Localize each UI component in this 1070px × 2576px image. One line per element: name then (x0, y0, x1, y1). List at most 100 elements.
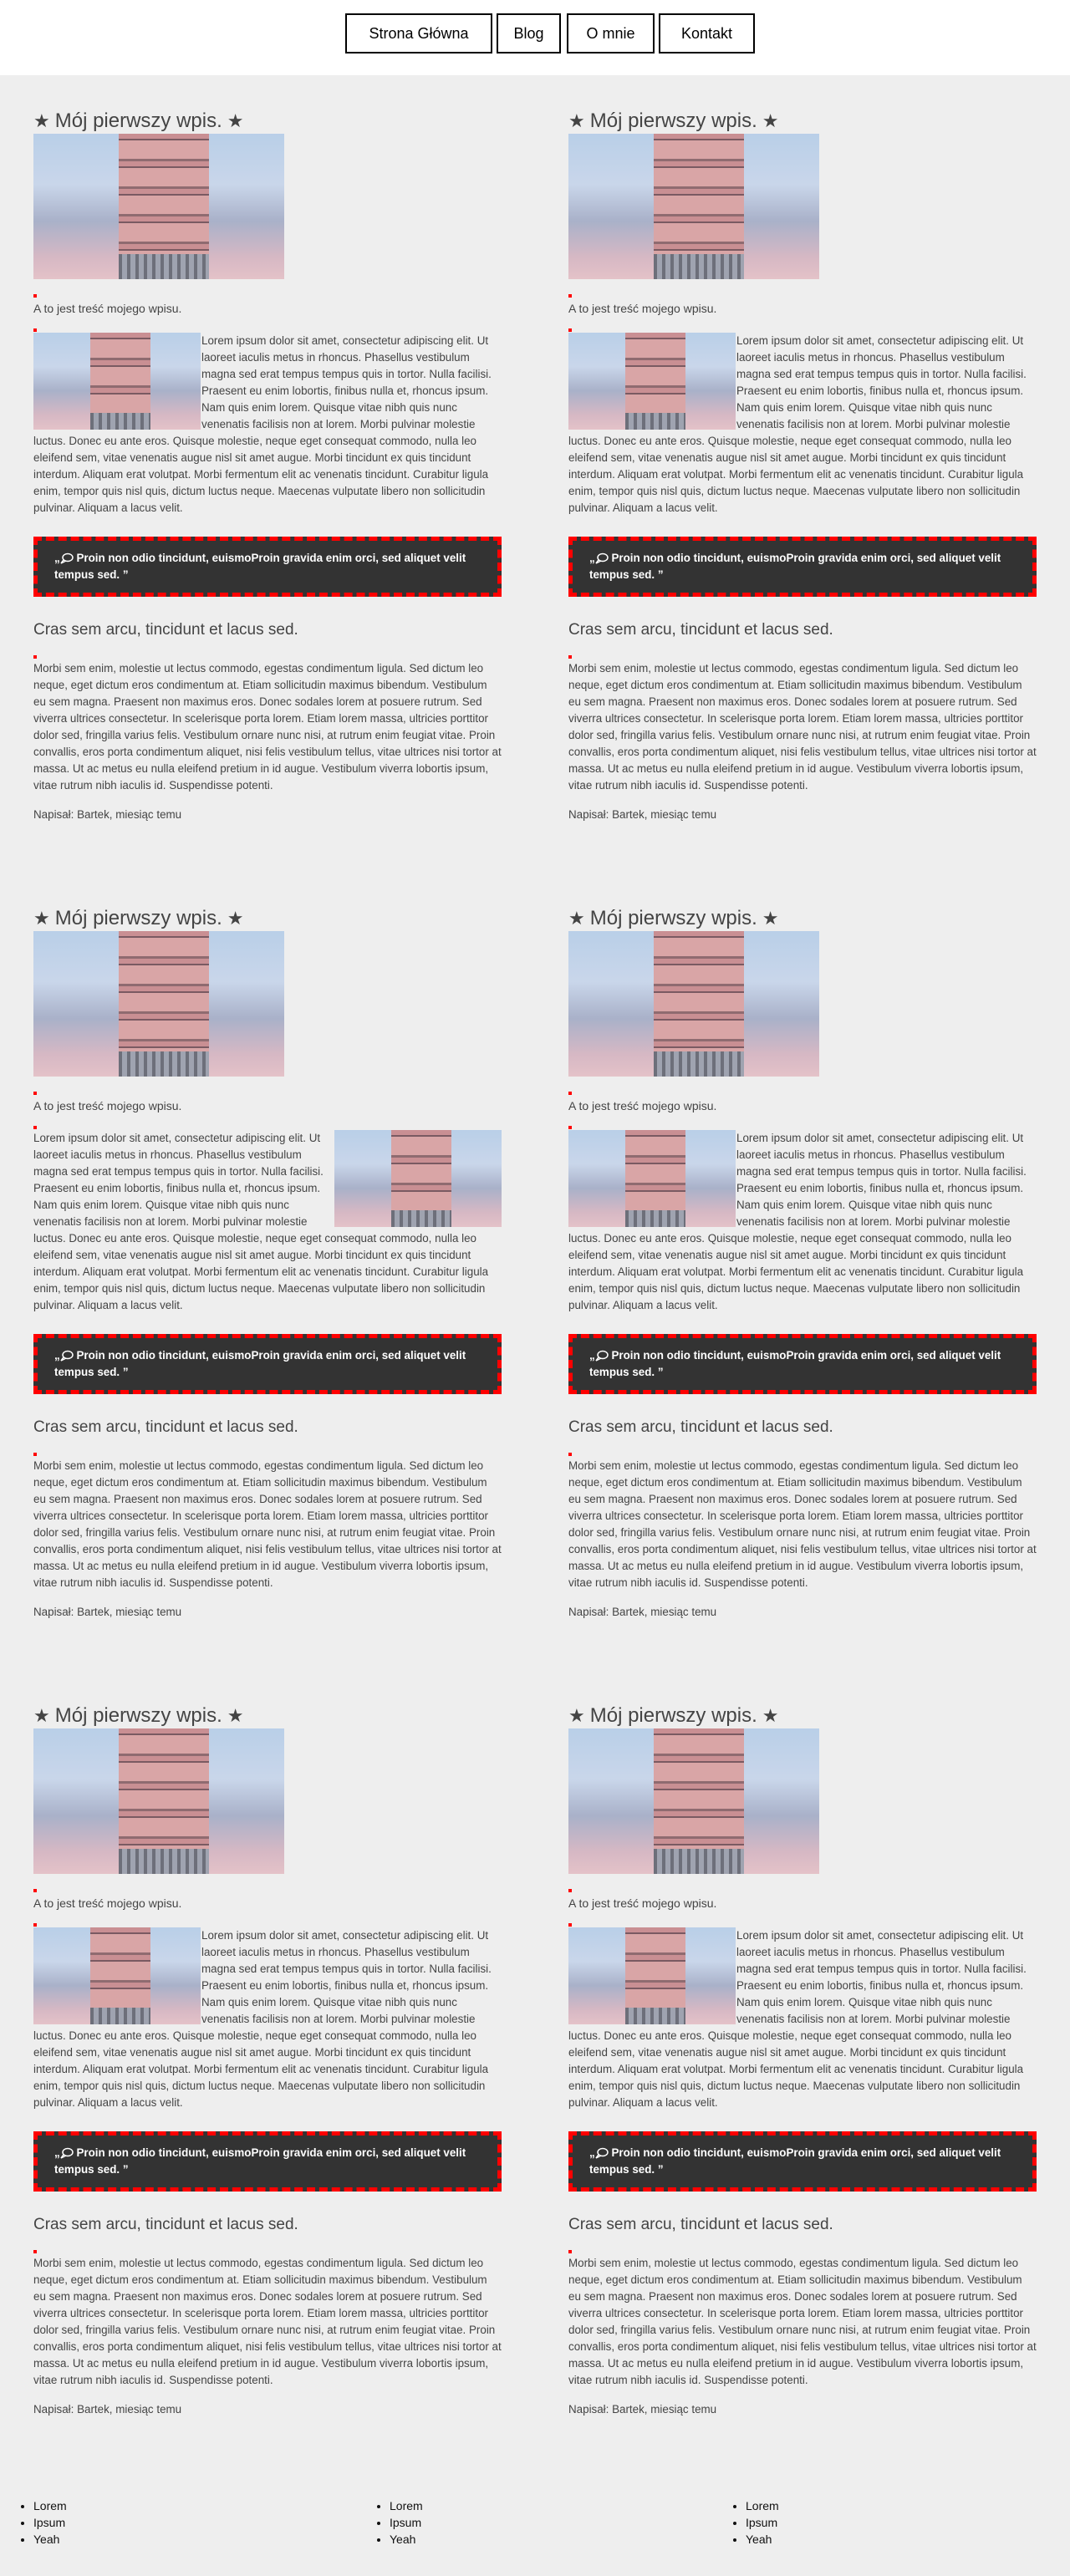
post-main-image (568, 1728, 819, 1874)
red-marker (33, 2250, 37, 2253)
footer-list: LoremIpsumYeah (356, 2497, 712, 2548)
post-quote: „ Proin non odio tincidunt, euismoProin … (568, 2131, 1037, 2192)
quote-text: Proin non odio tincidunt, euismoProin gr… (54, 2146, 466, 2176)
speech-bubble-icon (595, 552, 609, 564)
quote-text: Proin non odio tincidunt, euismoProin gr… (589, 552, 1001, 581)
footer-list-item[interactable]: Yeah (33, 2531, 356, 2548)
post-body: Lorem ipsum dolor sit amet, consectetur … (33, 1130, 502, 1314)
quote-close-mark: ” (657, 2163, 664, 2176)
nav-home-button[interactable]: Strona Główna (345, 13, 492, 53)
footer-list: LoremIpsumYeah (0, 2497, 356, 2548)
post-author: Napisał: Bartek, miesiąc temu (568, 1606, 717, 1618)
footer-list-item[interactable]: Ipsum (33, 2514, 356, 2531)
red-marker (568, 1126, 572, 1129)
red-marker (33, 328, 37, 332)
post-main-image (33, 1728, 284, 1874)
footer-list-item[interactable]: Yeah (390, 2531, 712, 2548)
post-paragraph: Morbi sem enim, molestie ut lectus commo… (568, 662, 1037, 792)
quote-text: Proin non odio tincidunt, euismoProin gr… (54, 552, 466, 581)
blog-post: ★ Mój pierwszy wpis. ★ A to jest treść m… (33, 1670, 502, 2467)
post-title-text: Mój pierwszy wpis. (589, 109, 757, 132)
speech-bubble-icon (595, 1350, 609, 1362)
star-icon: ★ (762, 908, 779, 929)
blog-post: ★ Mój pierwszy wpis. ★ A to jest treść m… (568, 1670, 1037, 2467)
quote-close-mark: ” (657, 568, 664, 581)
red-marker (568, 1453, 572, 1456)
post-subtitle: Cras sem arcu, tincidunt et lacus sed. (568, 2216, 833, 2233)
red-marker (33, 655, 37, 659)
speech-bubble-icon (60, 2147, 74, 2159)
post-body: Lorem ipsum dolor sit amet, consectetur … (33, 333, 502, 517)
post-subtitle: Cras sem arcu, tincidunt et lacus sed. (33, 1418, 298, 1436)
post-title-text: Mój pierwszy wpis. (589, 907, 757, 929)
quote-open-mark: „ (54, 2146, 60, 2159)
nav-about-button[interactable]: O mnie (567, 13, 655, 53)
star-icon: ★ (762, 110, 779, 131)
post-main-image (33, 134, 284, 279)
footer-list-item[interactable]: Lorem (390, 2497, 712, 2514)
star-icon: ★ (762, 1705, 779, 1726)
footer-list-item[interactable]: Yeah (746, 2531, 1070, 2548)
footer-list: LoremIpsumYeah (712, 2497, 1070, 2548)
star-icon: ★ (227, 110, 244, 131)
red-marker (568, 2250, 572, 2253)
post-title[interactable]: ★ Mój pierwszy wpis. ★ (568, 1703, 1037, 1728)
post-paragraph: Morbi sem enim, molestie ut lectus commo… (33, 662, 502, 792)
post-title[interactable]: ★ Mój pierwszy wpis. ★ (33, 906, 502, 931)
post-quote: „ Proin non odio tincidunt, euismoProin … (33, 1334, 502, 1394)
post-body: Lorem ipsum dolor sit amet, consectetur … (33, 1927, 502, 2111)
post-inline-image (568, 1130, 736, 1227)
post-paragraph: Morbi sem enim, molestie ut lectus commo… (33, 1459, 502, 1589)
star-icon: ★ (33, 1705, 50, 1726)
nav-contact-button[interactable]: Kontakt (659, 13, 755, 53)
red-marker (33, 1126, 37, 1129)
post-paragraph: Morbi sem enim, molestie ut lectus commo… (33, 2257, 502, 2386)
blog-post: ★ Mój pierwszy wpis. ★ A to jest treść m… (33, 75, 502, 873)
post-title[interactable]: ★ Mój pierwszy wpis. ★ (33, 109, 502, 134)
footer-list-item[interactable]: Ipsum (390, 2514, 712, 2531)
nav-blog-button[interactable]: Blog (497, 13, 561, 53)
red-marker (568, 655, 572, 659)
post-intro: A to jest treść mojego wpisu. (568, 1099, 717, 1112)
post-body: Lorem ipsum dolor sit amet, consectetur … (568, 1927, 1037, 2111)
footer-list-item[interactable]: Lorem (33, 2497, 356, 2514)
post-author: Napisał: Bartek, miesiąc temu (33, 2403, 182, 2416)
footer-list-item[interactable]: Lorem (746, 2497, 1070, 2514)
quote-open-mark: „ (589, 1349, 595, 1362)
star-icon: ★ (568, 1705, 585, 1726)
post-inline-image (33, 1927, 201, 2024)
post-subtitle: Cras sem arcu, tincidunt et lacus sed. (568, 1418, 833, 1436)
post-author: Napisał: Bartek, miesiąc temu (33, 1606, 182, 1618)
post-title[interactable]: ★ Mój pierwszy wpis. ★ (568, 109, 1037, 134)
star-icon: ★ (568, 908, 585, 929)
posts-grid: ★ Mój pierwszy wpis. ★ A to jest treść m… (0, 75, 1070, 2467)
post-main-image (568, 134, 819, 279)
post-main-image (568, 931, 819, 1077)
post-title[interactable]: ★ Mój pierwszy wpis. ★ (568, 906, 1037, 931)
post-intro: A to jest treść mojego wpisu. (33, 1896, 182, 1910)
post-author: Napisał: Bartek, miesiąc temu (33, 808, 182, 821)
red-marker (33, 1453, 37, 1456)
post-title[interactable]: ★ Mój pierwszy wpis. ★ (33, 1703, 502, 1728)
post-title-text: Mój pierwszy wpis. (589, 1704, 757, 1727)
red-marker (33, 1092, 37, 1095)
red-marker (568, 328, 572, 332)
red-marker (33, 1923, 37, 1927)
post-body: Lorem ipsum dolor sit amet, consectetur … (568, 333, 1037, 517)
blog-post: ★ Mój pierwszy wpis. ★ A to jest treść m… (568, 873, 1037, 1670)
post-subtitle: Cras sem arcu, tincidunt et lacus sed. (568, 621, 833, 639)
red-marker (33, 294, 37, 298)
post-paragraph: Morbi sem enim, molestie ut lectus commo… (568, 2257, 1037, 2386)
blog-post: ★ Mój pierwszy wpis. ★ A to jest treść m… (33, 873, 502, 1670)
red-marker (568, 1092, 572, 1095)
post-inline-image (568, 1927, 736, 2024)
quote-text: Proin non odio tincidunt, euismoProin gr… (54, 1349, 466, 1378)
star-icon: ★ (227, 1705, 244, 1726)
footer-list-item[interactable]: Ipsum (746, 2514, 1070, 2531)
post-intro: A to jest treść mojego wpisu. (33, 1099, 182, 1112)
post-intro: A to jest treść mojego wpisu. (33, 302, 182, 315)
post-intro: A to jest treść mojego wpisu. (568, 1896, 717, 1910)
post-quote: „ Proin non odio tincidunt, euismoProin … (33, 2131, 502, 2192)
post-title-text: Mój pierwszy wpis. (54, 1704, 222, 1727)
quote-close-mark: ” (657, 1366, 664, 1378)
